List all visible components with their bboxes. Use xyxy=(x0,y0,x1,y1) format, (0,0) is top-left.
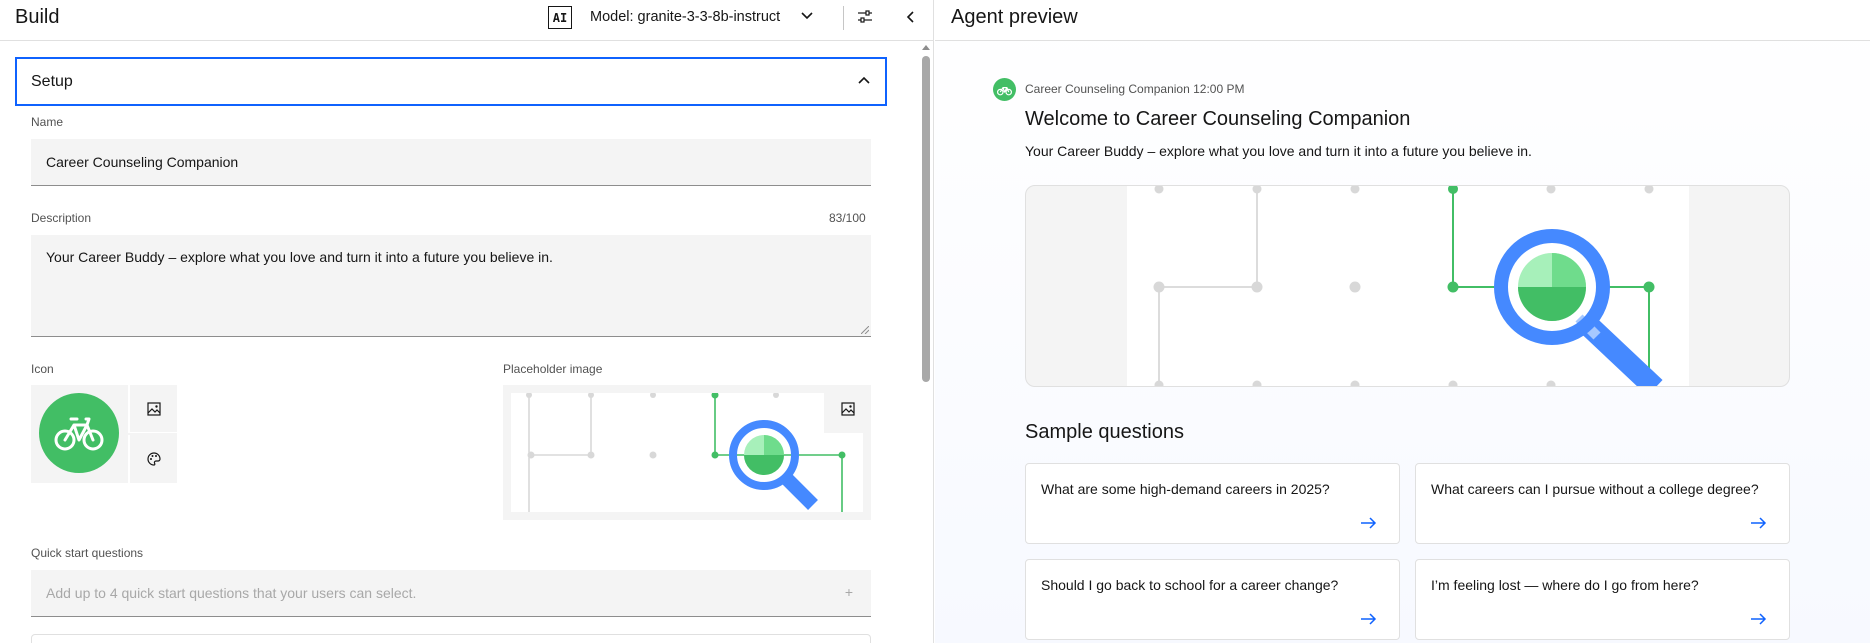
sample-question-card[interactable]: What careers can I pursue without a coll… xyxy=(1415,463,1790,544)
settings-button[interactable] xyxy=(852,4,878,30)
welcome-image xyxy=(1025,185,1790,387)
description-label: Description xyxy=(31,211,92,225)
model-dropdown[interactable]: Model: granite-3-3-8b-instruct xyxy=(590,8,814,26)
icon-picker xyxy=(31,385,177,483)
sample-question-text: Should I go back to school for a career … xyxy=(1041,577,1339,593)
bicycle-icon xyxy=(997,86,1012,95)
name-label: Name xyxy=(31,115,64,129)
sample-questions-title: Sample questions xyxy=(1025,421,1184,443)
upload-placeholder-image-button[interactable] xyxy=(824,385,871,433)
agent-icon-preview xyxy=(39,393,119,473)
palette-icon xyxy=(146,452,161,466)
add-question-icon[interactable]: + xyxy=(845,584,853,600)
arrow-right-icon xyxy=(1751,517,1767,529)
next-section-box xyxy=(31,634,871,643)
career-search-illustration xyxy=(1153,186,1663,386)
welcome-image-illustration xyxy=(1127,186,1689,386)
setup-accordion[interactable]: Setup xyxy=(15,57,887,106)
name-value: Career Counseling Companion xyxy=(46,154,239,170)
sample-question-card[interactable]: What are some high-demand careers in 202… xyxy=(1025,463,1400,544)
arrow-right-icon xyxy=(1361,517,1377,529)
placeholder-image-label: Placeholder image xyxy=(503,362,603,376)
welcome-subtitle: Your Career Buddy – explore what you lov… xyxy=(1025,143,1532,159)
icon-label: Icon xyxy=(31,362,54,376)
setup-label: Setup xyxy=(31,72,73,90)
chevron-left-icon xyxy=(906,11,914,23)
quick-start-placeholder: Add up to 4 quick start questions that y… xyxy=(46,585,417,601)
image-icon xyxy=(146,401,161,416)
name-input[interactable]: Career Counseling Companion xyxy=(31,139,871,186)
placeholder-image-thumbnail xyxy=(511,393,863,512)
header-divider xyxy=(843,6,844,30)
color-palette-button[interactable] xyxy=(128,435,177,483)
app-root: Build AI Model: granite-3-3-8b-instruct xyxy=(0,0,1870,643)
preview-title: Agent preview xyxy=(951,6,1078,28)
build-title: Build xyxy=(15,6,60,28)
quick-start-label: Quick start questions xyxy=(31,546,144,560)
description-textarea[interactable]: Your Career Buddy – explore what you lov… xyxy=(31,235,871,337)
bicycle-icon xyxy=(54,417,104,451)
model-label: Model: granite-3-3-8b-instruct xyxy=(590,9,781,25)
sample-question-card[interactable]: I’m feeling lost — where do I go from he… xyxy=(1415,559,1790,640)
sample-question-text: What careers can I pursue without a coll… xyxy=(1431,481,1759,497)
collapse-panel-button[interactable] xyxy=(898,4,924,30)
arrow-right-icon xyxy=(1361,613,1377,625)
scrollbar-thumb[interactable] xyxy=(922,56,930,382)
chevron-down-icon xyxy=(800,8,814,26)
sample-question-text: I’m feeling lost — where do I go from he… xyxy=(1431,577,1699,593)
build-header: Build AI Model: granite-3-3-8b-instruct xyxy=(0,0,934,41)
build-panel: Build AI Model: granite-3-3-8b-instruct xyxy=(0,0,934,643)
career-search-illustration xyxy=(526,393,846,512)
resize-grip-icon[interactable] xyxy=(861,326,869,334)
description-counter: 83/100 xyxy=(829,211,866,225)
sample-question-text: What are some high-demand careers in 202… xyxy=(1041,481,1330,497)
placeholder-image-picker xyxy=(503,385,871,520)
arrow-right-icon xyxy=(1751,613,1767,625)
description-value: Your Career Buddy – explore what you lov… xyxy=(46,249,553,265)
agent-preview-panel: Agent preview Career Counseling Companio… xyxy=(935,0,1870,643)
sample-question-card[interactable]: Should I go back to school for a career … xyxy=(1025,559,1400,640)
welcome-title: Welcome to Career Counseling Companion xyxy=(1025,108,1411,130)
message-meta: Career Counseling Companion 12:00 PM xyxy=(1025,82,1245,96)
preview-header: Agent preview xyxy=(935,0,1870,41)
image-icon xyxy=(840,402,855,416)
agent-avatar xyxy=(993,78,1016,101)
chevron-up-icon xyxy=(858,76,870,84)
upload-icon-button[interactable] xyxy=(128,385,177,433)
sliders-icon xyxy=(858,10,872,23)
scroll-up-arrow[interactable] xyxy=(922,44,930,52)
ai-badge-icon: AI xyxy=(548,6,572,29)
quick-start-input[interactable]: Add up to 4 quick start questions that y… xyxy=(31,570,871,617)
